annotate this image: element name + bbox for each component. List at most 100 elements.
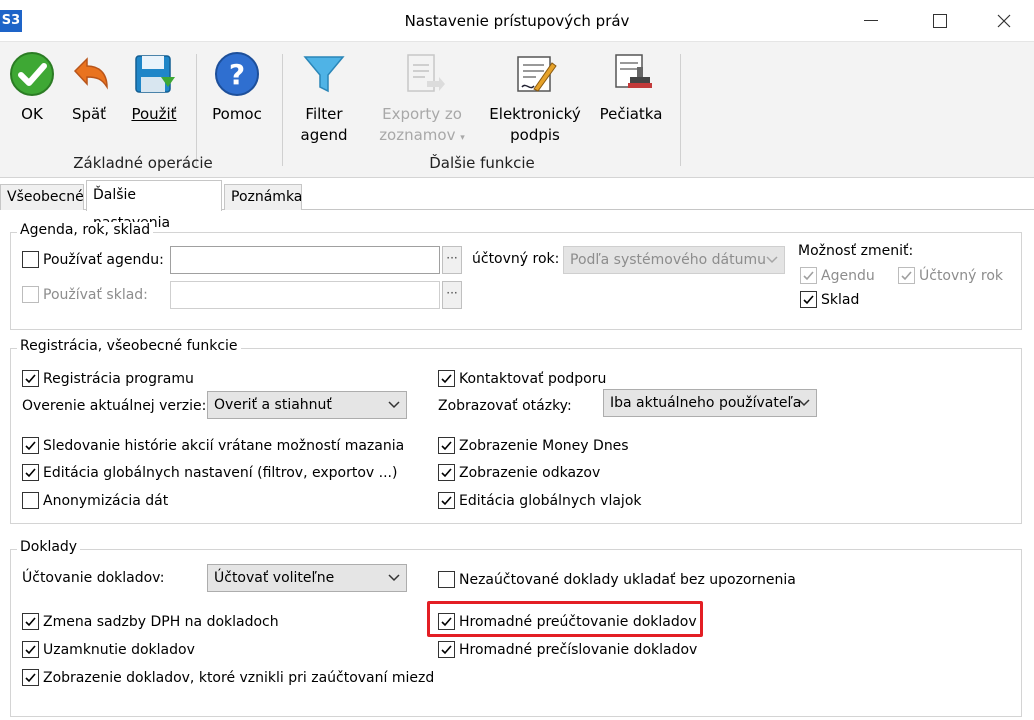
close-icon xyxy=(997,14,1011,28)
ribbon-separator xyxy=(282,54,283,166)
history-checkbox[interactable]: Sledovanie histórie akcií vrátane možnos… xyxy=(22,437,404,454)
accounting-label: Účtovanie dokladov: xyxy=(22,570,165,586)
fiscal-year-label: účtovný rok: xyxy=(472,251,560,267)
checkmark-icon xyxy=(441,468,452,478)
bulk-renumber-checkbox[interactable]: Hromadné prečíslovanie dokladov xyxy=(438,641,697,658)
maximize-button[interactable] xyxy=(918,6,962,36)
checkmark-icon xyxy=(25,673,36,683)
dropdown-caret-icon: ▾ xyxy=(460,133,465,143)
global-settings-checkbox[interactable]: Editácia globálnych nastavení (filtrov, … xyxy=(22,464,397,481)
export-document-icon xyxy=(398,50,446,98)
questions-label: Zobrazovať otázky: xyxy=(438,398,572,414)
global-flags-label: Editácia globálnych vlajok xyxy=(459,492,642,509)
checkbox-box xyxy=(898,267,915,284)
signature-pen-icon xyxy=(511,50,559,98)
checkbox-box xyxy=(438,571,455,588)
questions-select[interactable]: Iba aktuálneho používateľa xyxy=(603,389,817,417)
anonymization-checkbox[interactable]: Anonymizácia dát xyxy=(22,492,168,509)
checkbox-box xyxy=(22,370,39,387)
use-store-checkbox[interactable]: Používať sklad: xyxy=(22,286,148,303)
links-checkbox[interactable]: Zobrazenie odkazov xyxy=(438,464,600,481)
contact-support-checkbox[interactable]: Kontaktovať podporu xyxy=(438,370,606,387)
agenda-browse-button[interactable]: ··· xyxy=(442,246,462,274)
payroll-docs-label: Zobrazenie dokladov, ktoré vznikli pri z… xyxy=(43,669,435,686)
checkbox-box xyxy=(22,669,39,686)
checkbox-box xyxy=(438,492,455,509)
bulk-reaccount-checkbox[interactable]: Hromadné preúčtovanie dokladov xyxy=(438,613,697,630)
chevron-down-icon xyxy=(766,256,778,264)
money-today-label: Zobrazenie Money Dnes xyxy=(459,437,629,454)
documents-group-title: Doklady xyxy=(17,539,81,555)
minimize-icon xyxy=(864,20,878,21)
money-today-checkbox[interactable]: Zobrazenie Money Dnes xyxy=(438,437,629,454)
tab-general[interactable]: Všeobecné xyxy=(0,184,84,210)
agenda-group-title: Agenda, rok, sklad xyxy=(17,222,154,238)
lock-docs-checkbox[interactable]: Uzamknutie dokladov xyxy=(22,641,195,658)
change-agenda-checkbox[interactable]: Agendu xyxy=(800,267,875,284)
tab-note[interactable]: Poznámka xyxy=(224,184,302,210)
exports-button[interactable]: Exporty zo zoznamov ▾ xyxy=(376,50,468,149)
apply-button[interactable]: Použiť xyxy=(126,50,182,125)
checkmark-icon xyxy=(25,645,36,655)
contact-support-label: Kontaktovať podporu xyxy=(459,370,607,387)
back-button[interactable]: Späť xyxy=(66,50,112,125)
anonymization-label: Anonymizácia dát xyxy=(43,492,169,509)
checkmark-icon xyxy=(441,645,452,655)
version-check-select[interactable]: Overiť a stiahnuť xyxy=(207,391,407,419)
checkmark-icon xyxy=(441,441,452,451)
checkbox-box xyxy=(22,437,39,454)
exports-label-line2: zoznamov ▾ xyxy=(379,126,465,144)
accounting-select[interactable]: Účtovať voliteľne xyxy=(207,564,407,592)
chevron-down-icon xyxy=(798,399,810,407)
vat-change-checkbox[interactable]: Zmena sadzby DPH na dokladoch xyxy=(22,613,279,630)
svg-text:?: ? xyxy=(229,58,245,91)
change-year-checkbox[interactable]: Účtovný rok xyxy=(898,267,1003,284)
vat-change-label: Zmena sadzby DPH na dokladoch xyxy=(43,613,279,630)
use-agenda-checkbox[interactable]: Používať agendu: xyxy=(22,251,164,268)
tab-more-settings[interactable]: Ďalšie nastavenia xyxy=(86,180,222,231)
title-bar: S3 Nastavenie prístupových práv xyxy=(0,0,1034,42)
checkbox-box xyxy=(22,286,39,303)
minimize-button[interactable] xyxy=(849,6,893,36)
stamp-icon xyxy=(607,50,655,98)
stamp-button[interactable]: Pečiatka xyxy=(598,50,664,125)
maximize-icon xyxy=(933,14,947,28)
change-agenda-label: Agendu xyxy=(821,267,875,284)
fiscal-year-select[interactable]: Podľa systémového dátumu xyxy=(563,246,785,274)
checkmark-icon xyxy=(25,441,36,451)
payroll-docs-checkbox[interactable]: Zobrazenie dokladov, ktoré vznikli pri z… xyxy=(22,669,434,686)
filter-agend-button[interactable]: Filter agend xyxy=(294,50,354,146)
checkbox-box xyxy=(22,464,39,481)
unaccounted-save-checkbox[interactable]: Nezaúčtované doklady ukladať bez upozorn… xyxy=(438,571,796,588)
registration-checkbox[interactable]: Registrácia programu xyxy=(22,370,194,387)
ok-button[interactable]: OK xyxy=(8,50,56,125)
checkbox-box xyxy=(438,370,455,387)
apply-label: Použiť xyxy=(131,105,177,123)
checkmark-icon xyxy=(441,374,452,384)
checkbox-box xyxy=(800,267,817,284)
use-store-label: Používať sklad: xyxy=(43,286,148,303)
agenda-input[interactable] xyxy=(170,246,440,274)
funnel-icon xyxy=(300,50,348,98)
change-store-label: Sklad xyxy=(821,291,860,308)
store-input[interactable] xyxy=(170,281,440,309)
chevron-down-icon xyxy=(388,401,400,409)
checkbox-box xyxy=(438,641,455,658)
ribbon-separator xyxy=(680,54,681,166)
stamp-label: Pečiatka xyxy=(599,105,663,123)
version-check-value: Overiť a stiahnuť xyxy=(214,397,332,413)
checkbox-box xyxy=(438,613,455,630)
help-button[interactable]: ? Pomoc xyxy=(208,50,266,125)
registration-group-title: Registrácia, všeobecné funkcie xyxy=(17,338,241,354)
checkmark-icon xyxy=(901,271,912,281)
global-flags-checkbox[interactable]: Editácia globálnych vlajok xyxy=(438,492,642,509)
electronic-signature-button[interactable]: Elektronický podpis xyxy=(486,50,584,146)
history-label: Sledovanie histórie akcií vrátane možnos… xyxy=(43,437,405,454)
change-year-label: Účtovný rok xyxy=(919,267,1004,284)
change-store-checkbox[interactable]: Sklad xyxy=(800,291,859,308)
close-button[interactable] xyxy=(982,6,1026,36)
store-browse-button[interactable]: ··· xyxy=(442,281,462,309)
back-label: Späť xyxy=(71,105,107,123)
fiscal-year-value: Podľa systémového dátumu xyxy=(570,252,766,268)
undo-arrow-icon xyxy=(66,50,114,98)
